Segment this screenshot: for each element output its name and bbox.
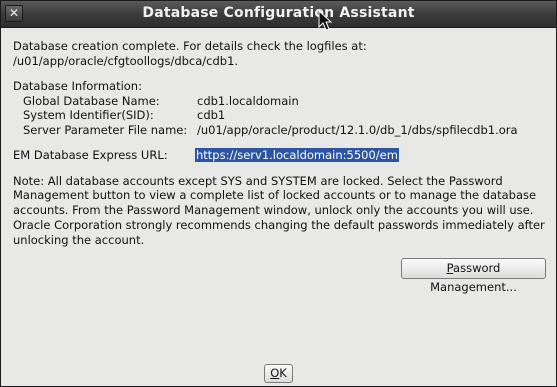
window-title: Database Configuration Assistant bbox=[142, 5, 415, 21]
note-line: unlocking the account. bbox=[13, 233, 145, 247]
completion-message: Database creation complete. For details … bbox=[13, 39, 367, 53]
note-line: Oracle Corporation strongly recommends c… bbox=[13, 218, 545, 232]
ok-mnemonic: O bbox=[270, 366, 280, 380]
log-path: /u01/app/oracle/cfgtoollogs/dbca/cdb1. bbox=[13, 54, 239, 68]
em-url-label: EM Database Express URL: bbox=[13, 148, 168, 162]
sid-value: cdb1 bbox=[197, 108, 226, 122]
dialog-content: Database creation complete. For details … bbox=[1, 28, 556, 386]
note-line: Management button to view a complete lis… bbox=[13, 188, 537, 202]
note-line: Note: All database accounts except SYS a… bbox=[13, 174, 503, 188]
global-db-name-value: cdb1.localdomain bbox=[197, 94, 299, 108]
global-db-name-label: Global Database Name: bbox=[23, 94, 160, 108]
spfile-value: /u01/app/oracle/product/12.1.0/db_1/dbs/… bbox=[197, 123, 518, 137]
em-url-selected-text[interactable]: https://serv1.localdomain:5500/em bbox=[195, 148, 399, 162]
ok-button-label: K bbox=[279, 366, 287, 380]
em-url-value[interactable]: https://serv1.localdomain:5500/em bbox=[195, 148, 399, 162]
title-bar[interactable]: ✕ Database Configuration Assistant bbox=[1, 1, 556, 31]
password-button-label: assword Management... bbox=[430, 261, 517, 294]
ok-button[interactable]: OK bbox=[264, 364, 293, 383]
dialog-window: ✕ Database Configuration Assistant Datab… bbox=[0, 0, 557, 387]
password-management-button[interactable]: Password Management... bbox=[401, 258, 546, 294]
info-heading: Database Information: bbox=[13, 79, 142, 93]
spfile-label: Server Parameter File name: bbox=[23, 123, 188, 137]
note-line: accounts. From the Password Management w… bbox=[13, 203, 534, 217]
sid-label: System Identifier(SID): bbox=[23, 108, 154, 122]
